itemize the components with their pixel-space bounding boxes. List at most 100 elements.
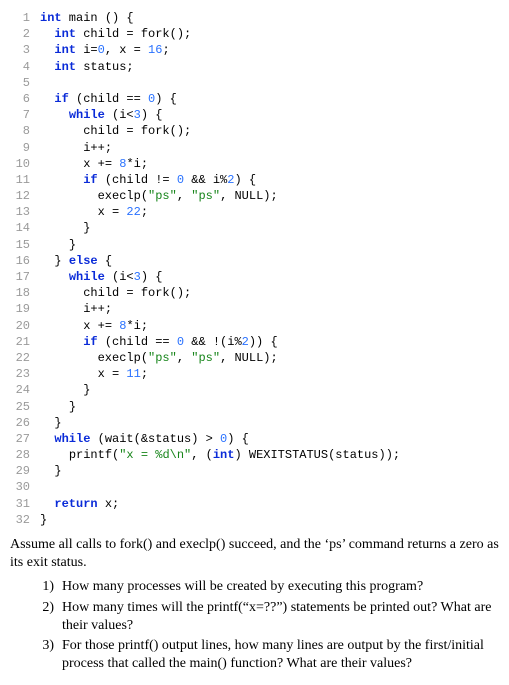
- code-line: 31 return x;: [8, 496, 501, 512]
- code-content: printf("x = %d\n", (int) WEXITSTATUS(sta…: [40, 447, 400, 463]
- token-plain: ) {: [141, 270, 163, 284]
- line-number: 24: [8, 382, 30, 398]
- line-number: 2: [8, 26, 30, 42]
- token-plain: x +=: [83, 319, 119, 333]
- question-number: 2): [34, 599, 54, 635]
- token-kw: else: [69, 254, 98, 268]
- line-number: 11: [8, 172, 30, 188]
- code-line: 32}: [8, 512, 501, 528]
- token-plain: ) {: [234, 173, 256, 187]
- token-kw: int: [54, 27, 76, 41]
- token-plain: ) WEXITSTATUS(status));: [234, 448, 400, 462]
- code-line: 27 while (wait(&status) > 0) {: [8, 431, 501, 447]
- token-plain: x;: [98, 497, 120, 511]
- code-line: 5: [8, 75, 501, 91]
- token-plain: child = fork();: [83, 124, 191, 138]
- token-plain: (i<: [105, 108, 134, 122]
- line-number: 4: [8, 59, 30, 75]
- code-line: 21 if (child == 0 && !(i%2)) {: [8, 334, 501, 350]
- code-content: child = fork();: [40, 285, 191, 301]
- token-plain: printf(: [69, 448, 119, 462]
- line-number: 32: [8, 512, 30, 528]
- code-line: 18 child = fork();: [8, 285, 501, 301]
- token-plain: i++;: [83, 141, 112, 155]
- code-content: i++;: [40, 301, 112, 317]
- token-num: 16: [148, 43, 162, 57]
- token-plain: status;: [76, 60, 134, 74]
- code-content: }: [40, 415, 62, 431]
- code-content: int child = fork();: [40, 26, 191, 42]
- token-kw: while: [54, 432, 90, 446]
- code-content: while (wait(&status) > 0) {: [40, 431, 249, 447]
- code-line: 8 child = fork();: [8, 123, 501, 139]
- token-str: "x = %d\n": [119, 448, 191, 462]
- token-plain: {: [98, 254, 112, 268]
- token-num: 22: [126, 205, 140, 219]
- line-number: 16: [8, 253, 30, 269]
- code-line: 16 } else {: [8, 253, 501, 269]
- token-plain: }: [83, 221, 90, 235]
- line-number: 18: [8, 285, 30, 301]
- code-line: 2 int child = fork();: [8, 26, 501, 42]
- line-number: 15: [8, 237, 30, 253]
- token-plain: && i%: [184, 173, 227, 187]
- token-plain: ;: [162, 43, 169, 57]
- line-number: 6: [8, 91, 30, 107]
- code-content: x += 8*i;: [40, 318, 148, 334]
- line-number: 20: [8, 318, 30, 334]
- code-line: 29 }: [8, 463, 501, 479]
- token-num: 2: [242, 335, 249, 349]
- code-line: 25 }: [8, 399, 501, 415]
- token-plain: }: [54, 464, 61, 478]
- line-number: 8: [8, 123, 30, 139]
- code-line: 14 }: [8, 220, 501, 236]
- code-line: 23 x = 11;: [8, 366, 501, 382]
- question-item: 2)How many times will the printf(“x=??”)…: [34, 599, 501, 635]
- token-plain: ) {: [227, 432, 249, 446]
- line-number: 17: [8, 269, 30, 285]
- line-number: 26: [8, 415, 30, 431]
- token-plain: , NULL);: [220, 351, 278, 365]
- code-content: execlp("ps", "ps", NULL);: [40, 188, 278, 204]
- code-content: }: [40, 399, 76, 415]
- line-number: 29: [8, 463, 30, 479]
- code-content: while (i<3) {: [40, 269, 162, 285]
- token-num: 3: [134, 270, 141, 284]
- token-plain: main () {: [62, 11, 134, 25]
- line-number: 10: [8, 156, 30, 172]
- question-text: How many processes will be created by ex…: [62, 578, 501, 596]
- token-kw: int: [213, 448, 235, 462]
- line-number: 19: [8, 301, 30, 317]
- line-number: 25: [8, 399, 30, 415]
- token-plain: }: [40, 513, 47, 527]
- question-number: 1): [34, 578, 54, 596]
- code-line: 4 int status;: [8, 59, 501, 75]
- code-content: if (child == 0 && !(i%2)) {: [40, 334, 278, 350]
- code-content: x += 8*i;: [40, 156, 148, 172]
- code-content: }: [40, 382, 90, 398]
- token-plain: *i;: [126, 319, 148, 333]
- token-plain: }: [69, 400, 76, 414]
- code-line: 19 i++;: [8, 301, 501, 317]
- token-plain: , (: [191, 448, 213, 462]
- code-line: 15 }: [8, 237, 501, 253]
- code-line: 17 while (i<3) {: [8, 269, 501, 285]
- token-plain: x =: [98, 205, 127, 219]
- token-num: 0: [177, 335, 184, 349]
- code-content: }: [40, 463, 62, 479]
- question-item: 3)For those printf() output lines, how m…: [34, 637, 501, 673]
- code-content: x = 22;: [40, 204, 148, 220]
- token-kw: if: [83, 173, 97, 187]
- token-plain: }: [83, 383, 90, 397]
- code-line: 11 if (child != 0 && i%2) {: [8, 172, 501, 188]
- token-kw: while: [69, 270, 105, 284]
- code-line: 10 x += 8*i;: [8, 156, 501, 172]
- token-plain: x =: [98, 367, 127, 381]
- token-kw: return: [54, 497, 97, 511]
- code-content: }: [40, 220, 90, 236]
- line-number: 9: [8, 140, 30, 156]
- token-num: 11: [126, 367, 140, 381]
- code-line: 7 while (i<3) {: [8, 107, 501, 123]
- token-plain: i++;: [83, 302, 112, 316]
- token-plain: ) {: [141, 108, 163, 122]
